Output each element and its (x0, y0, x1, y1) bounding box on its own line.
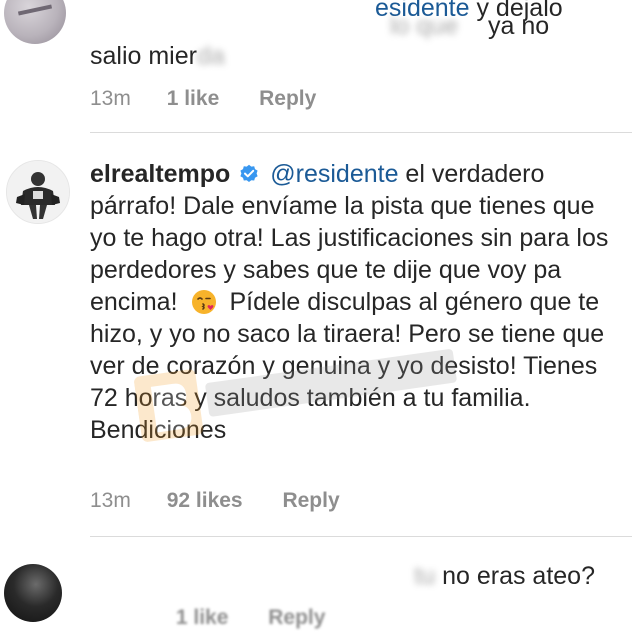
top-comment-line2-text: salio mier (90, 42, 197, 70)
bottom-comment-meta: 1 like Reply (90, 606, 326, 630)
commenter-avatar-top[interactable] (4, 0, 66, 44)
main-comment-time: 13m (90, 489, 131, 512)
kissing-face-icon (191, 290, 216, 314)
top-comment-meta: 13m 1 like Reply (90, 87, 316, 111)
comment-divider (90, 132, 632, 133)
mention-link[interactable]: @residente (270, 160, 398, 188)
bottom-comment-blurred: tu (414, 562, 436, 590)
top-comment-line1-end: ya no (488, 12, 550, 40)
bottom-comment-text: tu no eras ateo? (90, 562, 595, 591)
commenter-avatar-bottom[interactable] (4, 564, 62, 622)
bottom-comment-visible-text: no eras ateo? (442, 562, 595, 590)
main-comment-likes[interactable]: 92 likes (167, 489, 243, 512)
top-comment-likes[interactable]: 1 like (167, 87, 220, 110)
main-comment-reply-button[interactable]: Reply (282, 489, 339, 512)
top-comment-reply-button[interactable]: Reply (259, 87, 316, 110)
main-comment-meta: 13m 92 likes Reply (90, 489, 340, 513)
avatar-image (7, 161, 69, 223)
comment-divider (90, 536, 632, 537)
elrealtempo-avatar[interactable] (6, 160, 70, 224)
main-comment-body: elrealtempo @residente el verdadero párr… (90, 158, 620, 446)
top-comment-time: 13m (90, 87, 131, 110)
comments-screen: esidente y dejalo lo que ya no salio mie… (0, 0, 632, 632)
bottom-comment-likes[interactable]: 1 like (176, 606, 229, 629)
comment-username[interactable]: elrealtempo (90, 160, 230, 188)
bottom-comment-reply-button[interactable]: Reply (268, 606, 325, 629)
top-comment-line2: salio mierda (90, 42, 225, 70)
verified-badge-icon (240, 164, 258, 182)
